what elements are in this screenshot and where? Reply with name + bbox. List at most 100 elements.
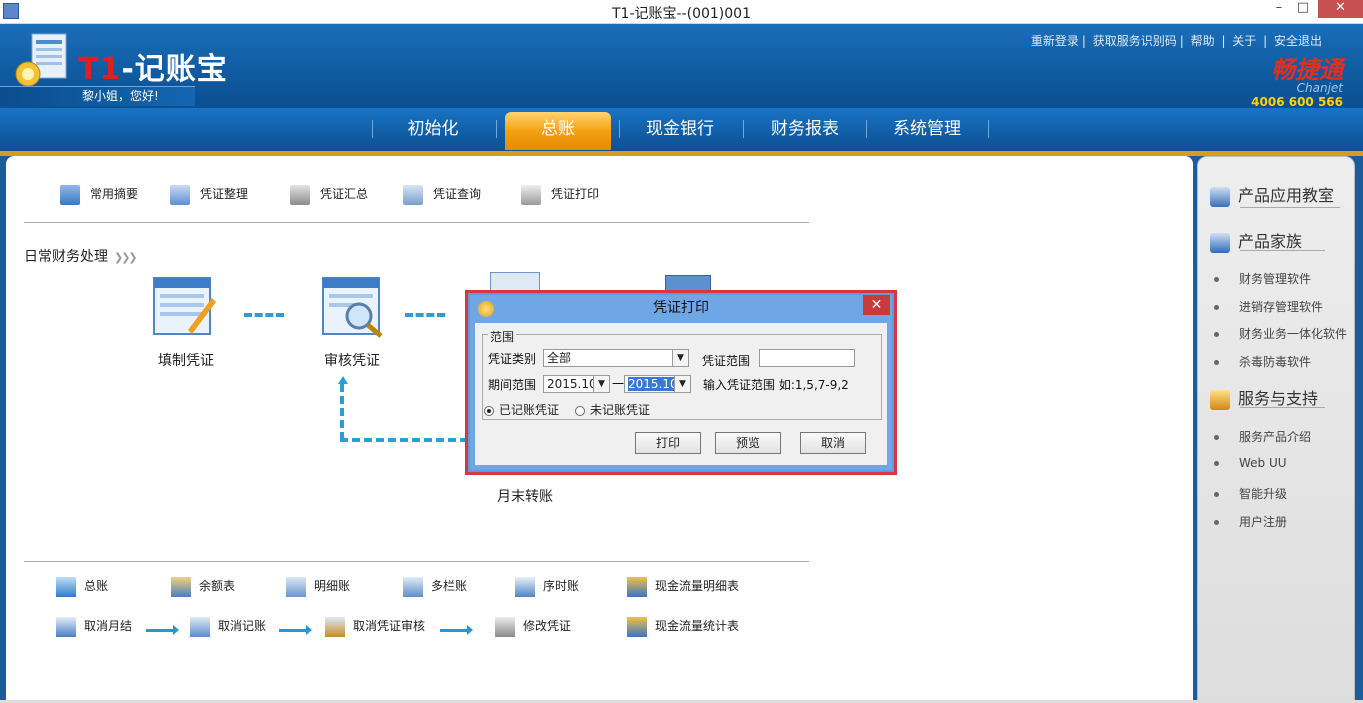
sidebar-divider	[1240, 207, 1340, 208]
flow-arrow	[405, 313, 445, 317]
support-icon	[1210, 389, 1230, 410]
audit-voucher-icon[interactable]	[321, 276, 385, 338]
detail-ledger-tool[interactable]: 明细账	[286, 575, 350, 597]
flow-arrow	[244, 313, 284, 317]
tab-cash-bank[interactable]: 现金银行	[635, 118, 725, 144]
multi-column-ledger-tool[interactable]: 多栏账	[403, 575, 467, 597]
safe-exit-link[interactable]: 安全退出	[1274, 34, 1322, 48]
range-group-label: 范围	[488, 328, 517, 345]
cashflow-stats-tool[interactable]: 现金流量统计表	[627, 615, 739, 637]
radio-unselected-icon	[575, 405, 585, 416]
help-link[interactable]: 帮助	[1191, 34, 1215, 48]
calendar-icon	[56, 616, 76, 637]
range-hint: 输入凭证范围 如:1,5,7-9,2	[703, 378, 849, 392]
preview-button[interactable]: 预览	[715, 432, 781, 454]
ledger-icon	[56, 576, 76, 597]
sidebar-item-service-intro[interactable]: 服务产品介绍	[1214, 428, 1311, 445]
voucher-print-dialog: 凭证打印 ✕ 范围 凭证类别 全部 ▼ 凭证范围 期间范围 2015.10 ▼ 一 …	[465, 290, 897, 475]
audit-voucher-label[interactable]: 审核凭证	[312, 350, 392, 370]
nav-divider	[743, 120, 744, 138]
nav-divider	[619, 120, 620, 138]
chevron-down-icon: ▼	[674, 376, 690, 392]
get-service-code-link[interactable]: 获取服务识别码	[1093, 34, 1177, 48]
user-greeting: 黎小姐，您好!	[0, 86, 195, 106]
chevrons-icon: ❯❯❯	[114, 251, 138, 264]
flow-arrow	[440, 625, 473, 635]
voucher-range-input[interactable]	[759, 349, 855, 367]
cashflow-detail-tool[interactable]: 现金流量明细表	[627, 575, 739, 597]
general-ledger-tool[interactable]: 总账	[56, 575, 108, 597]
posting-icon[interactable]	[490, 272, 540, 292]
voucher-type-select[interactable]: 全部 ▼	[543, 349, 689, 367]
edit-voucher-icon	[495, 616, 515, 637]
cancel-audit-tool[interactable]: 取消凭证审核	[325, 615, 425, 637]
main-nav: 初始化 总账 现金银行 财务报表 系统管理	[0, 108, 1363, 151]
period-range-label: 期间范围	[488, 378, 537, 392]
section-title: 日常财务处理 ❯❯❯	[24, 249, 138, 265]
sidebar-item-upgrade[interactable]: 智能升级	[1214, 485, 1287, 502]
balance-sheet-tool[interactable]: 余额表	[171, 575, 235, 597]
voucher-summary-tool[interactable]: 凭证汇总	[290, 182, 368, 206]
sidebar-item-web-uu[interactable]: Web UU	[1214, 456, 1287, 470]
voucher-organize-tool[interactable]: 凭证整理	[170, 182, 248, 206]
app-logo-text: T1-记账宝	[78, 52, 228, 87]
tab-financial-reports[interactable]: 财务报表	[760, 118, 850, 144]
make-voucher-label[interactable]: 填制凭证	[146, 350, 226, 370]
brand-block: 畅捷通 Chanjet 4006 600 566	[1228, 50, 1343, 109]
about-link[interactable]: 关于	[1232, 34, 1256, 48]
cancel-button[interactable]: 取消	[800, 432, 866, 454]
voucher-query-tool[interactable]: 凭证查询	[403, 182, 481, 206]
multi-column-icon	[403, 576, 423, 597]
sidebar-item-finance-software[interactable]: 财务管理软件	[1214, 270, 1311, 287]
cancel-posting-tool[interactable]: 取消记账	[190, 615, 266, 637]
flow-arrow	[279, 625, 312, 635]
tab-general-ledger[interactable]: 总账	[505, 112, 611, 150]
box-icon	[1210, 232, 1230, 253]
close-window-button[interactable]: ✕	[1318, 0, 1363, 18]
classroom-link[interactable]: 产品应用教室	[1210, 182, 1334, 207]
brand-phone: 4006 600 566	[1251, 95, 1343, 109]
cancel-posting-icon	[190, 616, 210, 637]
sidebar-item-erp-software[interactable]: 财务业务一体化软件	[1214, 325, 1347, 342]
tab-init[interactable]: 初始化	[388, 118, 478, 144]
chevron-down-icon: ▼	[593, 376, 609, 392]
journal-tool[interactable]: 序时账	[515, 575, 579, 597]
voucher-type-label: 凭证类别	[488, 352, 537, 366]
period-to-select[interactable]: 2015.10 ▼	[624, 375, 691, 393]
dialog-frame: 凭证打印 ✕ 范围 凭证类别 全部 ▼ 凭证范围 期间范围 2015.10 ▼ 一 …	[470, 295, 892, 470]
month-end-transfer-label[interactable]: 月末转账	[485, 486, 565, 506]
window-titlebar: T1-记账宝--(001)001 – □ ✕	[0, 0, 1363, 24]
chevron-down-icon: ▼	[672, 350, 688, 366]
sidebar-item-inventory-software[interactable]: 进销存管理软件	[1214, 298, 1323, 315]
top-links: 重新登录 | 获取服务识别码 | 帮助 | 关于 | 安全退出	[1030, 34, 1322, 48]
modify-voucher-tool[interactable]: 修改凭证	[495, 615, 571, 637]
common-summary-tool[interactable]: 常用摘要	[60, 182, 138, 206]
balance-icon	[171, 576, 191, 597]
toolbar-divider	[24, 222, 809, 223]
product-family-heading: 产品家族	[1210, 228, 1302, 253]
voucher-print-tool[interactable]: 凭证打印	[521, 182, 599, 206]
posted-voucher-radio[interactable]: 已记账凭证	[484, 401, 559, 418]
app-header: T1-记账宝 黎小姐，您好! 重新登录 | 获取服务识别码 | 帮助 | 关于 | …	[0, 24, 1363, 109]
cancel-month-close-tool[interactable]: 取消月结	[56, 615, 132, 637]
voucher-organize-icon	[170, 184, 190, 205]
unposted-voucher-radio[interactable]: 未记账凭证	[575, 401, 650, 418]
make-voucher-icon[interactable]	[152, 276, 216, 338]
tab-system-management[interactable]: 系统管理	[882, 118, 972, 144]
dialog-close-button[interactable]: ✕	[863, 295, 890, 315]
print-button[interactable]: 打印	[635, 432, 701, 454]
maximize-button[interactable]: □	[1292, 0, 1314, 18]
minimize-button[interactable]: –	[1268, 0, 1290, 18]
service-support-heading: 服务与支持	[1210, 385, 1318, 410]
brand-name: 畅捷通	[1271, 56, 1343, 84]
sidebar-item-register[interactable]: 用户注册	[1214, 513, 1287, 530]
relogin-link[interactable]: 重新登录	[1031, 34, 1079, 48]
cancel-audit-icon	[325, 616, 345, 637]
window-title: T1-记账宝--(001)001	[612, 6, 751, 22]
nav-divider	[988, 120, 989, 138]
clock-icon	[515, 576, 535, 597]
sidebar-item-antivirus[interactable]: 杀毒防毒软件	[1214, 353, 1311, 370]
nav-divider	[866, 120, 867, 138]
period-from-select[interactable]: 2015.10 ▼	[543, 375, 610, 393]
cashflow-icon	[627, 576, 647, 597]
